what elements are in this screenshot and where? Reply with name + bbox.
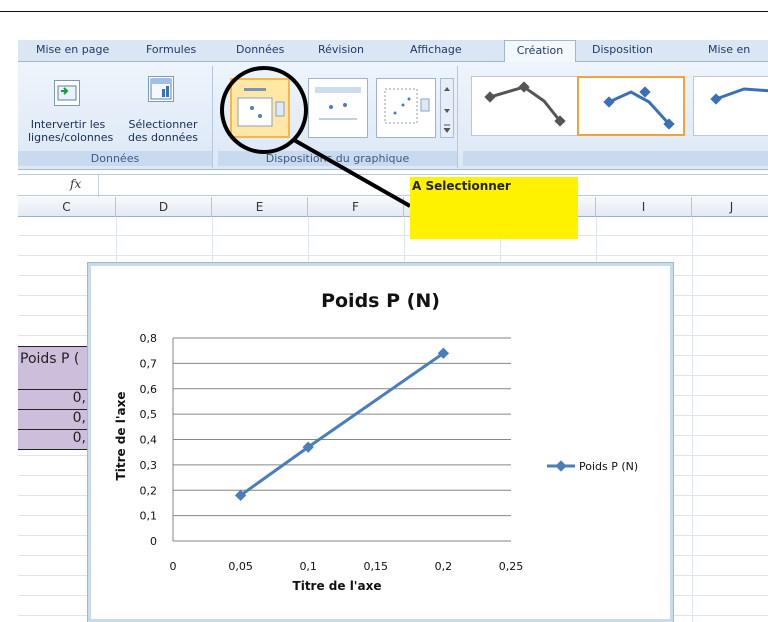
annotation-arrow-line [293, 138, 411, 208]
annotation-text: A Selectionner [412, 179, 511, 193]
annotation-circle [220, 66, 308, 154]
annotation-note: A Selectionner [410, 177, 578, 239]
annotation-overlay [220, 66, 411, 208]
excel-window: Mise en page Formules Données Révision A… [0, 0, 768, 622]
